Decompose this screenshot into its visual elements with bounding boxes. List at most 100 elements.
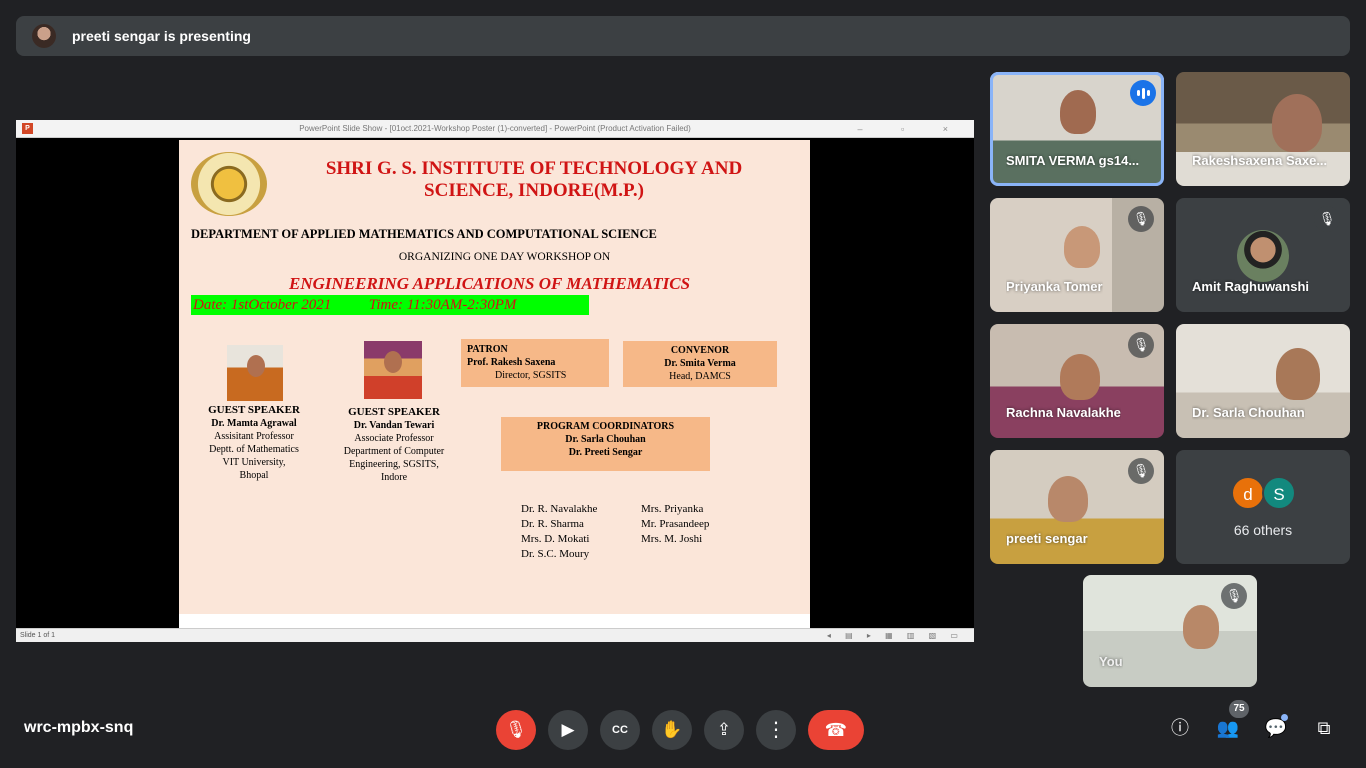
speaker-title: Assisitant Professor [214,431,294,442]
leave-call-button[interactable]: ☎ [808,710,864,750]
participant-tile-preeti-sengar[interactable]: 🎙 preeti sengar [990,450,1164,564]
coordinators-heading: PROGRAM COORDINATORS [536,421,675,432]
presenting-label: preeti sengar is presenting [72,28,251,44]
participant-video [1060,90,1096,134]
participant-name: Dr. Sarla Chouhan [1192,405,1305,420]
patron-name: Prof. Rakesh Saxena [467,357,556,368]
activities-icon: ⧉ [1317,718,1331,738]
end-call-icon: ☎ [824,720,848,740]
shared-screen[interactable]: P PowerPoint Slide Show - [01oct.2021-Wo… [16,120,974,642]
participant-video [1060,354,1100,400]
presenter-avatar [32,24,56,48]
speaker-dept: Deptt. of Mathematics [209,444,299,455]
convenor-box: CONVENOR Dr. Smita Verma Head, DAMCS [623,341,777,387]
speaker-org: VIT University, [222,457,286,468]
member-name: Mrs. Priyanka [641,503,704,515]
coordinator-name: Dr. Preeti Sengar [568,447,643,458]
patron-box: PATRON Prof. Rakesh Saxena Director, SGS… [461,339,609,387]
participant-count-badge: 75 [1229,700,1249,718]
self-label: You [1099,654,1123,669]
more-vert-icon: ⋮ [766,719,786,741]
participant-name: Rachna Navalakhe [1006,405,1121,420]
member-name: Mrs. M. Joshi [641,533,703,545]
captions-icon: CC [612,724,628,736]
mic-off-icon: 🎙 [1221,583,1247,609]
members-left: Dr. R. Navalakhe Dr. R. Sharma Mrs. D. M… [521,502,597,562]
participant-video [1276,348,1320,400]
speaker-org: Engineering, SGSITS, [349,459,439,470]
meeting-details-button[interactable]: ⓘ [1166,714,1194,742]
mic-off-icon: 🎙 [1128,332,1154,358]
workshop-title: ENGINEERING APPLICATIONS OF MATHEMATICS [289,274,691,293]
camera-toggle-button[interactable]: ▶ [548,710,588,750]
participant-avatar [1237,230,1289,282]
convenor-name: Dr. Smita Verma [664,358,736,369]
date-time-bar: Date: 1stOctober 2021 Time: 11:30AM-2:30… [191,295,589,315]
powerpoint-statusbar: Slide 1 of 1 ◂ ▤ ▸ ▦ ▥ ▧ ▭ [16,628,974,642]
slide: SHRI G. S. INSTITUTE OF TECHNOLOGY AND S… [179,140,810,628]
speaker1-info: GUEST SPEAKER Dr. Mamta Agrawal Assisita… [199,404,309,482]
speaker-role: GUEST SPEAKER [208,404,300,416]
control-bar: wrc-mpbx-snq 🎙 ▶ CC ✋ ⇪ ⋮ ☎ ⓘ 👥 75 💬 ⧉ [0,688,1366,768]
speaker-city: Indore [380,472,408,483]
member-name: Dr. R. Navalakhe [521,503,598,515]
participant-video [1064,226,1100,268]
participant-tile-sarla-chouhan[interactable]: Dr. Sarla Chouhan [1176,324,1350,438]
people-button[interactable]: 👥 [1214,714,1242,742]
speaker1-photo [227,345,283,401]
participant-tile-smita-verma[interactable]: SMITA VERMA gs14... [990,72,1164,186]
chat-icon: 💬 [1264,718,1288,738]
mic-off-icon: 🎙 [1128,206,1154,232]
participant-name: Rakeshsaxena Saxe... [1192,153,1328,168]
participant-name: Priyanka Tomer [1006,279,1103,294]
view-controls[interactable]: ◂ ▤ ▸ ▦ ▥ ▧ ▭ [827,629,964,642]
convenor-title: Head, DAMCS [669,371,731,382]
people-icon: 👥 [1216,718,1240,738]
more-options-button[interactable]: ⋮ [756,710,796,750]
chat-notification-dot [1281,714,1288,721]
members-right: Mrs. Priyanka Mr. Prasandeep Mrs. M. Jos… [641,502,709,547]
mic-off-icon: 🎙 [1314,206,1340,232]
others-avatar-d: d [1231,476,1265,510]
speaker-name: Dr. Mamta Agrawal [211,418,297,429]
member-name: Mrs. D. Mokati [521,533,590,545]
self-view-tile[interactable]: 🎙 You [1083,575,1257,687]
mic-toggle-button[interactable]: 🎙 [496,710,536,750]
self-video [1183,605,1219,649]
speaking-indicator-icon [1130,80,1156,106]
convenor-heading: CONVENOR [670,345,730,356]
participant-video [1048,476,1088,522]
powerpoint-icon: P [22,123,33,134]
speaker-dept: Department of Computer [343,446,445,457]
department-heading: DEPARTMENT OF APPLIED MATHEMATICS AND CO… [191,227,657,241]
others-avatar-s: S [1262,476,1296,510]
institute-logo [191,152,267,216]
activities-button[interactable]: ⧉ [1310,714,1338,742]
participant-tile-rakesh-saxena[interactable]: Rakeshsaxena Saxe... [1176,72,1350,186]
present-icon: ⇪ [716,720,732,739]
participant-tile-amit-raghuwanshi[interactable]: 🎙 Amit Raghuwanshi [1176,198,1350,312]
member-name: Dr. S.C. Moury [521,548,590,560]
mic-off-icon: 🎙 [1128,458,1154,484]
meeting-code: wrc-mpbx-snq [24,719,134,736]
participant-video [1272,94,1322,152]
powerpoint-titlebar: P PowerPoint Slide Show - [01oct.2021-Wo… [16,120,974,138]
institute-title: SHRI G. S. INSTITUTE OF TECHNOLOGY AND S… [325,158,743,201]
captions-button[interactable]: CC [600,710,640,750]
patron-heading: PATRON [467,344,508,355]
speaker2-photo [364,341,422,399]
participant-tile-rachna-navalakhe[interactable]: 🎙 Rachna Navalakhe [990,324,1164,438]
presenting-banner: preeti sengar is presenting [16,16,1350,56]
others-count-label: 66 others [1233,522,1293,538]
organizing-text: ORGANIZING ONE DAY WORKSHOP ON [398,251,611,263]
participant-tile-priyanka-tomer[interactable]: 🎙 Priyanka Tomer [990,198,1164,312]
window-title: PowerPoint Slide Show - [01oct.2021-Work… [299,124,691,133]
slide-bottom-strip [179,614,810,628]
patron-title: Director, SGSITS [495,370,567,381]
coordinator-name: Dr. Sarla Chouhan [565,434,646,445]
member-name: Dr. R. Sharma [521,518,584,530]
raise-hand-button[interactable]: ✋ [652,710,692,750]
speaker-name: Dr. Vandan Tewari [353,420,435,431]
participant-tile-others[interactable]: d S 66 others [1176,450,1350,564]
present-now-button[interactable]: ⇪ [704,710,744,750]
